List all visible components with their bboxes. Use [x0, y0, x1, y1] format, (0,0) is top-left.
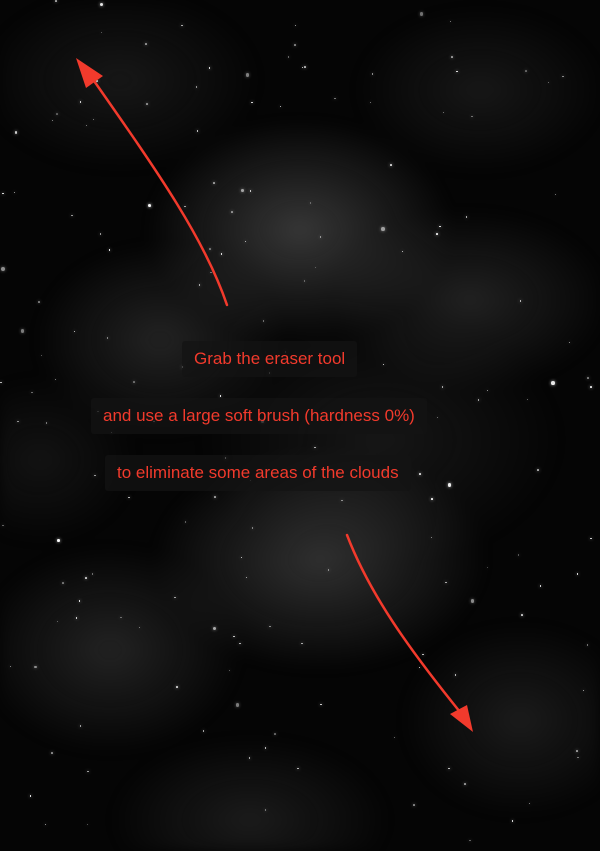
instruction-line-2: and use a large soft brush (hardness 0%)	[91, 398, 427, 434]
arrow-up-left-icon	[76, 58, 229, 307]
tutorial-canvas: Grab the eraser tool and use a large sof…	[0, 0, 600, 851]
instruction-line-1: Grab the eraser tool	[182, 341, 358, 377]
instruction-line-3: to eliminate some areas of the clouds	[105, 455, 411, 491]
arrow-down-right-icon	[345, 533, 473, 732]
